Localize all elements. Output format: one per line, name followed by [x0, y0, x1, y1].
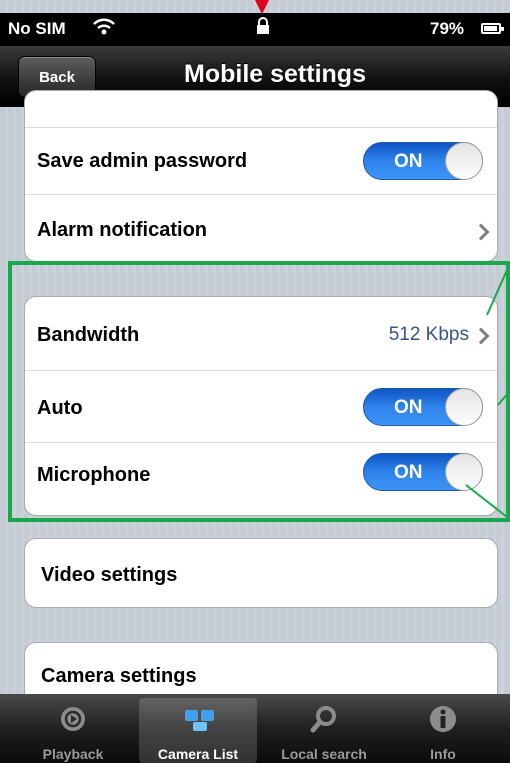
- highlight-box: [8, 261, 510, 522]
- alarm-notification-row[interactable]: Alarm notification: [25, 194, 497, 262]
- lock-icon: [256, 17, 270, 35]
- battery-icon: [481, 23, 504, 34]
- info-icon: [428, 704, 458, 734]
- camera-settings-label: Camera settings: [41, 665, 197, 687]
- playback-icon: [58, 704, 88, 734]
- camera-list-icon: [183, 704, 214, 734]
- carrier-label: No SIM: [8, 19, 66, 38]
- alarm-notification-label: Alarm notification: [37, 219, 208, 241]
- screen: No SIM 79% Back Mobile settings Save adm…: [0, 0, 510, 763]
- red-arrow-marker: [255, 0, 269, 14]
- search-icon: [309, 704, 339, 734]
- hidden-cell: [25, 91, 497, 127]
- video-settings-label: Video settings: [41, 564, 178, 586]
- tab-playback[interactable]: Playback: [14, 698, 132, 763]
- settings-group-1: Save admin password ON Alarm notificatio…: [24, 90, 498, 262]
- save-admin-password-toggle[interactable]: ON: [363, 142, 483, 180]
- tab-local-search[interactable]: Local search: [265, 698, 383, 763]
- toggle-on-text: ON: [394, 151, 423, 172]
- wifi-icon: [92, 16, 116, 42]
- video-settings-group: Video settings: [24, 538, 498, 608]
- tab-bar: Playback Camera List Local search Info: [0, 694, 510, 763]
- page-title: Mobile settings: [184, 60, 366, 88]
- toggle-knob: [445, 142, 483, 180]
- tab-label: Info: [430, 746, 456, 762]
- tab-label: Local search: [281, 746, 367, 762]
- video-settings-row[interactable]: Video settings: [25, 539, 497, 607]
- tab-label: Playback: [42, 746, 104, 762]
- status-bar: No SIM 79%: [0, 13, 510, 46]
- tab-camera-list[interactable]: Camera List: [139, 698, 257, 763]
- tab-info[interactable]: Info: [384, 698, 502, 763]
- save-admin-password-row: Save admin password ON: [25, 127, 497, 194]
- chevron-right-icon: [472, 223, 490, 241]
- battery-percent: 79%: [430, 19, 465, 38]
- save-admin-password-label: Save admin password: [37, 150, 248, 172]
- tab-label: Camera List: [157, 746, 239, 762]
